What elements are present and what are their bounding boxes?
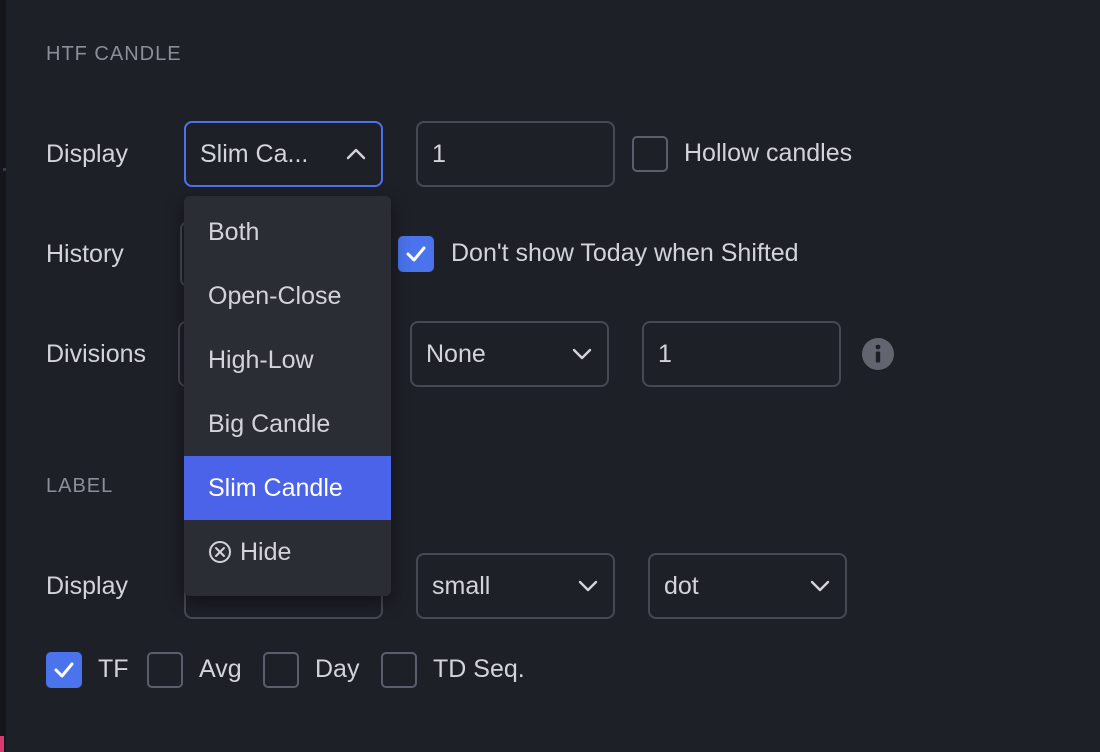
dropdown-option-big-candle[interactable]: Big Candle xyxy=(184,392,391,456)
label-size-value: small xyxy=(432,571,491,600)
chevron-down-icon xyxy=(810,580,830,592)
divisions-count-input[interactable]: 1 xyxy=(642,321,841,387)
divisions-count-value: 1 xyxy=(658,339,672,368)
divisions-type-value: None xyxy=(426,339,486,368)
hollow-candles-checkbox[interactable] xyxy=(632,136,668,172)
label-display-label: Display xyxy=(46,572,128,600)
dropdown-option-both[interactable]: Both xyxy=(184,200,391,264)
tf-label: TF xyxy=(98,655,129,683)
chevron-down-icon xyxy=(572,348,592,360)
dropdown-option-label: Open-Close xyxy=(208,281,342,310)
label-style-value: dot xyxy=(664,571,699,600)
section-title-label: LABEL xyxy=(46,475,114,497)
edge-accent xyxy=(0,736,4,752)
td-seq-label: TD Seq. xyxy=(433,655,525,683)
checkmark-icon xyxy=(406,246,426,262)
chevron-down-icon xyxy=(578,580,598,592)
htf-display-select[interactable]: Slim Ca... xyxy=(184,121,383,187)
dont-show-today-label: Don't show Today when Shifted xyxy=(451,239,799,267)
dont-show-today-checkbox[interactable] xyxy=(398,236,434,272)
divisions-type-select[interactable]: None xyxy=(410,321,609,387)
dropdown-option-slim-candle[interactable]: Slim Candle xyxy=(184,456,391,520)
chevron-up-icon xyxy=(346,148,366,160)
htf-width-input-value: 1 xyxy=(432,139,446,168)
tf-checkbox[interactable] xyxy=(46,652,82,688)
label-style-select[interactable]: dot xyxy=(648,553,847,619)
dropdown-option-hide[interactable]: Hide xyxy=(184,520,391,584)
divisions-label: Divisions xyxy=(46,340,147,368)
htf-display-select-value: Slim Ca... xyxy=(200,139,309,168)
hollow-candles-label: Hollow candles xyxy=(684,139,853,167)
dropdown-option-label: Both xyxy=(208,217,260,246)
td-seq-checkbox[interactable] xyxy=(381,652,417,688)
display-dropdown-menu: Both Open-Close High-Low Big Candle Slim… xyxy=(184,196,391,596)
dropdown-option-open-close[interactable]: Open-Close xyxy=(184,264,391,328)
history-label: History xyxy=(46,240,124,268)
left-panel-edge xyxy=(0,0,6,752)
info-icon[interactable] xyxy=(862,338,894,370)
section-title-htf-candle: HTF CANDLE xyxy=(46,43,182,65)
day-checkbox[interactable] xyxy=(263,652,299,688)
label-size-select[interactable]: small xyxy=(416,553,615,619)
dropdown-option-label: High-Low xyxy=(208,345,314,374)
edge-marker xyxy=(3,168,6,171)
htf-width-input[interactable]: 1 xyxy=(416,121,615,187)
info-glyph xyxy=(875,344,881,363)
avg-label: Avg xyxy=(199,655,242,683)
htf-display-label: Display xyxy=(46,140,128,168)
dropdown-option-label: Slim Candle xyxy=(208,473,343,502)
avg-checkbox[interactable] xyxy=(147,652,183,688)
close-circle-icon xyxy=(208,540,232,564)
dropdown-option-label: Big Candle xyxy=(208,409,331,438)
indicator-settings-panel: HTF CANDLE Display Slim Ca... 1 Hollow c… xyxy=(0,0,1100,752)
dropdown-option-high-low[interactable]: High-Low xyxy=(184,328,391,392)
dropdown-option-label: Hide xyxy=(240,537,292,566)
day-label: Day xyxy=(315,655,360,683)
checkmark-icon xyxy=(54,662,74,678)
